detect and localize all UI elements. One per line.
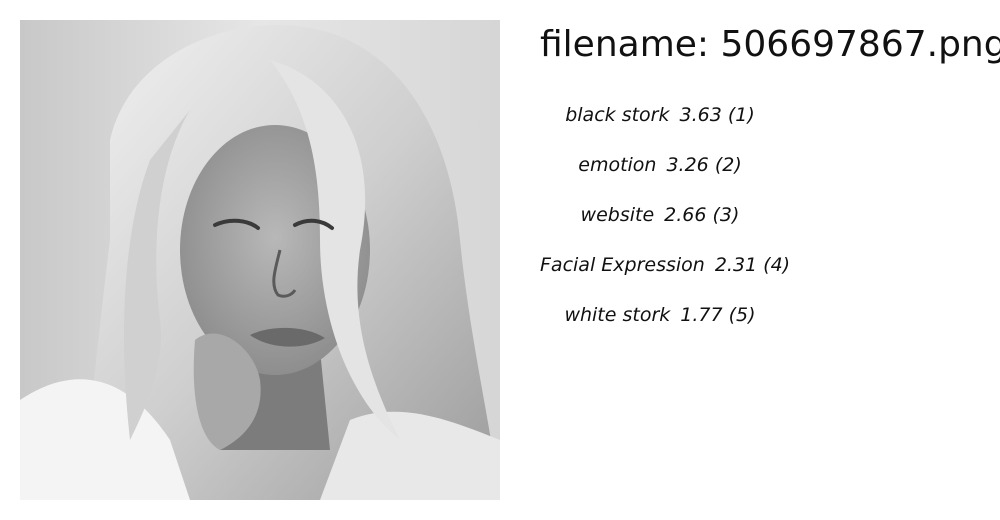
prediction-list: black stork 3.63 (1) emotion 3.26 (2) webs… (540, 100, 790, 350)
prediction-rank: (4) (763, 254, 791, 276)
prediction-rank: (2) (714, 154, 742, 176)
prediction-item: Facial Expression 2.31 (4) (540, 250, 790, 300)
prediction-label: Facial Expression (540, 254, 705, 276)
prediction-rank: (3) (712, 204, 740, 226)
prediction-score: 2.66 (664, 204, 707, 226)
prediction-label: black stork (565, 104, 670, 126)
prediction-label: white stork (564, 304, 671, 326)
prediction-rank: (1) (727, 104, 755, 126)
prediction-item: emotion 3.26 (2) (540, 150, 780, 200)
prediction-score: 2.31 (714, 254, 758, 276)
prediction-label: emotion (578, 154, 657, 176)
prediction-score: 3.26 (666, 154, 709, 176)
prediction-rank: (5) (728, 304, 756, 326)
prediction-item: website 2.66 (3) (540, 200, 780, 250)
portrait-photo (20, 20, 500, 500)
prediction-score: 3.63 (679, 104, 722, 126)
portrait-illustration (20, 20, 500, 500)
filename-title: filename: 506697867.png (540, 24, 1000, 65)
prediction-score: 1.77 (680, 304, 723, 326)
prediction-item: white stork 1.77 (5) (540, 300, 780, 350)
prediction-item: black stork 3.63 (1) (540, 100, 780, 150)
prediction-label: website (580, 204, 655, 226)
